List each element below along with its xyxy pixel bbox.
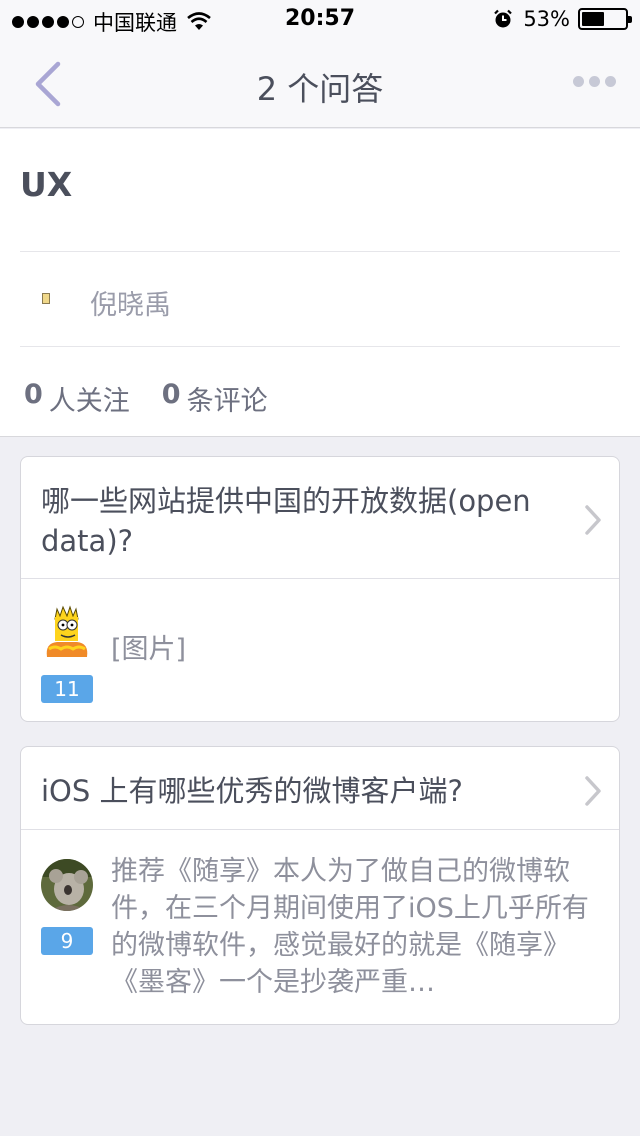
- answer-card[interactable]: 哪一些网站提供中国的开放数据(open data)? 11 [图片]: [20, 456, 620, 722]
- topic-header: UX 倪晓禹 0 人关注 0 条评论: [0, 129, 640, 437]
- comments-label: 条评论: [186, 386, 268, 417]
- page-title: 2 个问答: [256, 70, 384, 108]
- comments-count: 0: [161, 379, 181, 410]
- divider: [20, 346, 620, 347]
- comments-stat[interactable]: 0 条评论: [162, 379, 268, 418]
- battery-fill: [582, 12, 604, 26]
- chevron-right-icon: [585, 776, 601, 806]
- answer-card[interactable]: iOS 上有哪些优秀的微博客户端? 9 推荐《随享》本人为了做自己的微博软件，在…: [20, 746, 620, 1025]
- battery-percentage: 53%: [523, 7, 570, 31]
- topic-title: UX: [20, 165, 73, 204]
- more-dot-icon: [589, 76, 600, 87]
- status-bar: 中国联通 20:57 53%: [0, 0, 640, 40]
- question-title[interactable]: 哪一些网站提供中国的开放数据(open data)?: [21, 457, 619, 561]
- more-dot-icon: [573, 76, 584, 87]
- vote-count-badge: 9: [41, 927, 93, 955]
- koala-photo-avatar[interactable]: [41, 859, 93, 911]
- question-title[interactable]: iOS 上有哪些优秀的微博客户端?: [21, 747, 619, 811]
- more-options-button[interactable]: [568, 76, 616, 87]
- more-dot-icon: [605, 76, 616, 87]
- author-avatar[interactable]: [42, 293, 50, 304]
- answer-excerpt[interactable]: [图片]: [111, 631, 589, 668]
- author-name[interactable]: 倪晓禹: [90, 283, 171, 322]
- status-right: 53%: [493, 7, 632, 31]
- answer-excerpt[interactable]: 推荐《随享》本人为了做自己的微博软件，在三个月期间使用了iOS上几乎所有的微博软…: [111, 853, 589, 1001]
- followers-label: 人关注: [48, 386, 130, 417]
- card-divider: [21, 578, 619, 579]
- bart-simpson-avatar[interactable]: [41, 605, 93, 657]
- followers-stat[interactable]: 0 人关注: [24, 379, 130, 418]
- followers-count: 0: [24, 379, 43, 410]
- alarm-icon: [494, 9, 513, 28]
- chevron-right-icon: [585, 505, 601, 535]
- vote-count-badge: 11: [41, 675, 93, 703]
- battery-icon: [578, 8, 632, 30]
- topic-stats: 0 人关注 0 条评论: [24, 379, 300, 418]
- divider: [20, 251, 620, 252]
- battery-cap: [628, 16, 632, 23]
- navigation-bar: 2 个问答: [0, 40, 640, 128]
- card-divider: [21, 829, 619, 830]
